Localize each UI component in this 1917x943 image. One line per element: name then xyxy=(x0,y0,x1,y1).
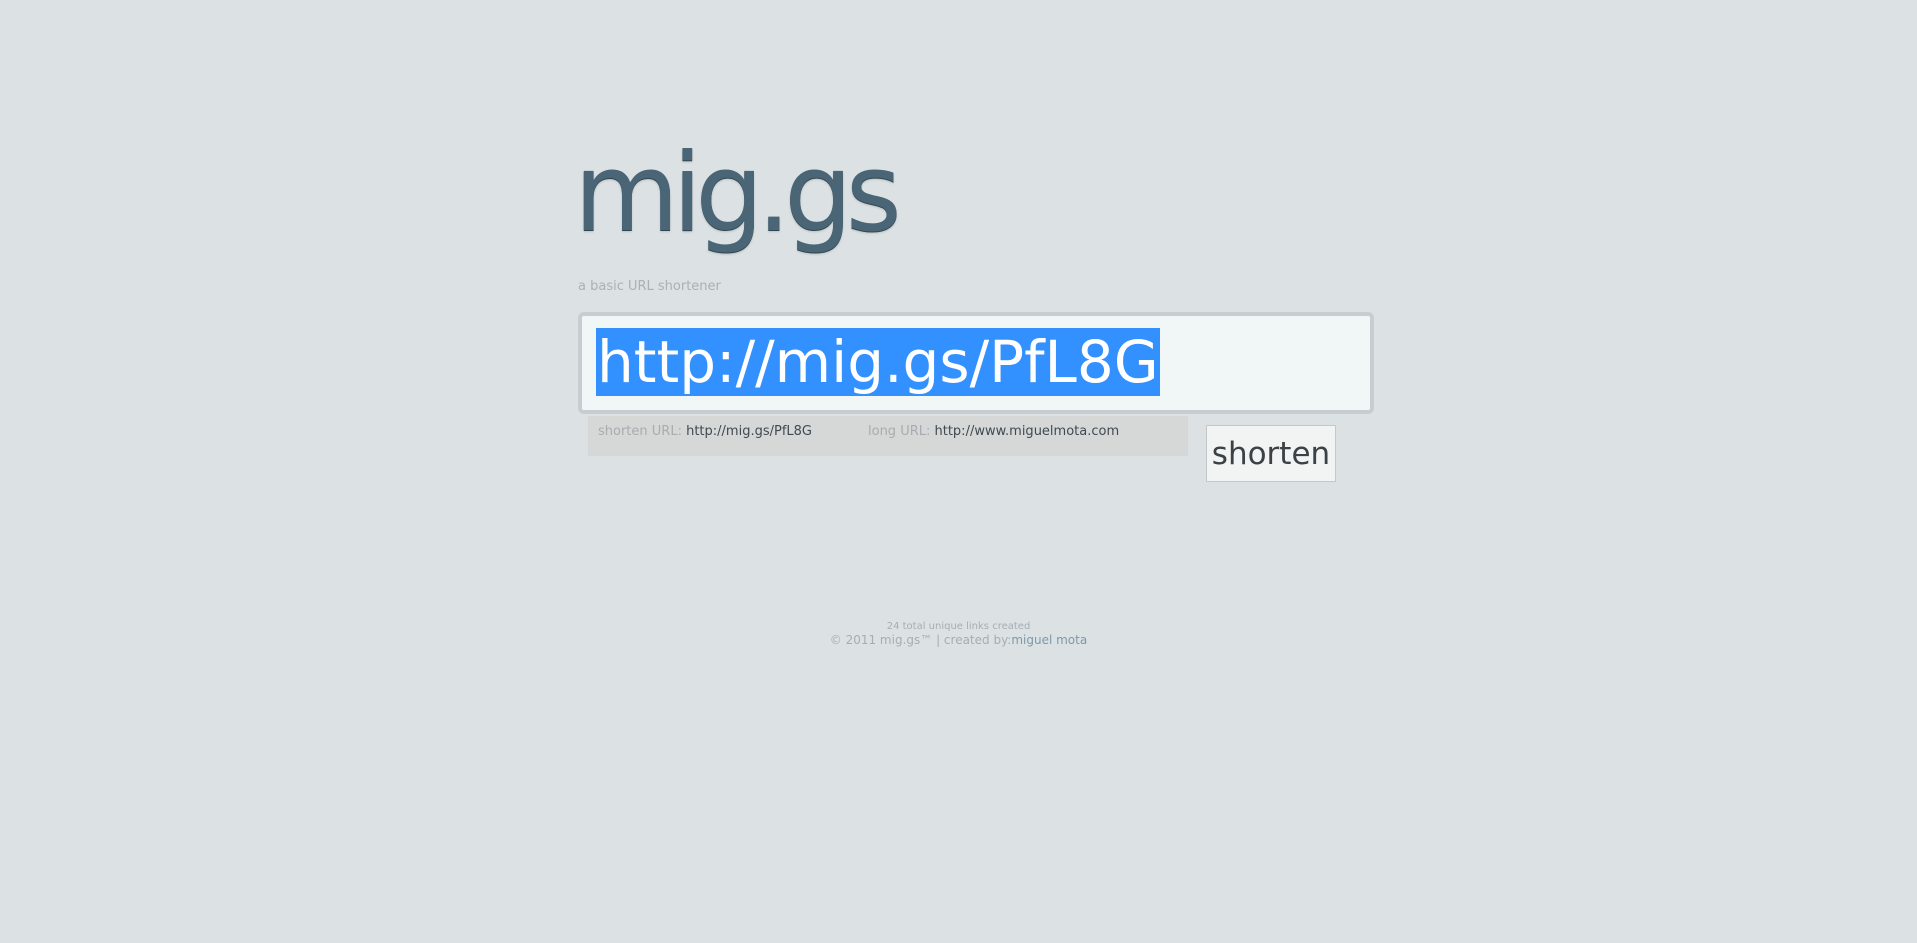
short-url-info: shorten URL: http://mig.gs/PfL8G xyxy=(598,416,812,447)
copyright-text: © 2011 mig.gs™ | created by: xyxy=(829,633,1012,647)
footer: 24 total unique links created © 2011 mig… xyxy=(0,621,1917,647)
author-link[interactable]: miguel mota xyxy=(1011,633,1087,647)
long-url-info: long URL: http://www.miguelmota.com xyxy=(868,416,1119,447)
page: mig.gs a basic URL shortener http://mig.… xyxy=(0,0,1917,943)
site-logo[interactable]: mig.gs xyxy=(574,140,902,248)
shorten-button[interactable]: shorten xyxy=(1206,425,1336,482)
long-url-label: long URL: xyxy=(868,424,931,439)
selected-url-text: http://mig.gs/PfL8G xyxy=(596,328,1160,396)
copyright: © 2011 mig.gs™ | created by:miguel mota xyxy=(0,633,1917,647)
short-url-label: shorten URL: xyxy=(598,424,682,439)
link-count: 24 total unique links created xyxy=(886,621,1031,632)
short-url-value: http://mig.gs/PfL8G xyxy=(686,424,812,439)
result-info-bar: shorten URL: http://mig.gs/PfL8G long UR… xyxy=(588,416,1188,456)
tagline: a basic URL shortener xyxy=(578,279,721,294)
url-input-box: http://mig.gs/PfL8G xyxy=(578,312,1374,414)
url-input[interactable]: http://mig.gs/PfL8G xyxy=(596,328,1160,396)
long-url-value: http://www.miguelmota.com xyxy=(934,424,1120,439)
